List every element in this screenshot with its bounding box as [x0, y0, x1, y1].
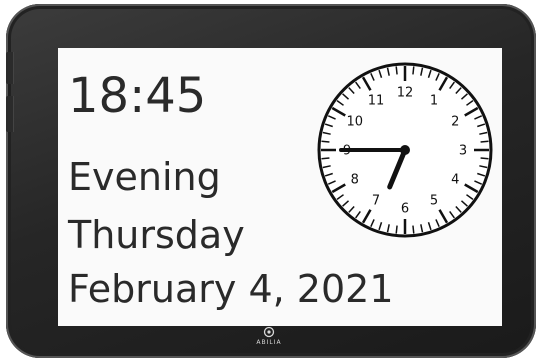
tablet-device: 18:45 Evening Thursday February 4, 2021 …: [6, 4, 536, 358]
clock-numeral: 7: [372, 194, 380, 209]
clock-numeral: 1: [430, 93, 438, 108]
minute-tick: [395, 225, 398, 234]
minute-tick: [480, 140, 489, 143]
clock-numeral: 5: [430, 194, 438, 209]
clock-center-pin: [400, 145, 410, 155]
digital-time: 18:45: [68, 68, 207, 124]
minute-tick: [321, 140, 330, 143]
minute-tick: [321, 157, 330, 160]
minute-tick: [395, 66, 398, 75]
clock-numeral: 10: [346, 115, 363, 130]
clock-numeral: 12: [397, 86, 414, 101]
minute-tick: [480, 157, 489, 160]
full-date: February 4, 2021: [68, 267, 394, 311]
clock-screen: 18:45 Evening Thursday February 4, 2021 …: [58, 48, 502, 326]
power-button[interactable]: [6, 96, 14, 132]
minute-tick: [412, 66, 415, 75]
abilia-logo-icon: [263, 326, 275, 338]
volume-button[interactable]: [6, 52, 14, 84]
weekday: Thursday: [68, 213, 245, 257]
clock-numeral: 11: [368, 93, 385, 108]
clock-numeral: 4: [451, 173, 459, 188]
day-period: Evening: [68, 155, 221, 199]
abilia-logo: ABILIA: [254, 326, 284, 346]
clock-numeral: 3: [459, 144, 467, 159]
analog-clock: 121234567891011: [317, 62, 493, 238]
minute-tick: [412, 225, 415, 234]
clock-numeral: 2: [451, 115, 459, 130]
clock-numeral: 8: [351, 173, 359, 188]
clock-numeral: 6: [401, 202, 409, 217]
brand-name: ABILIA: [256, 339, 282, 346]
